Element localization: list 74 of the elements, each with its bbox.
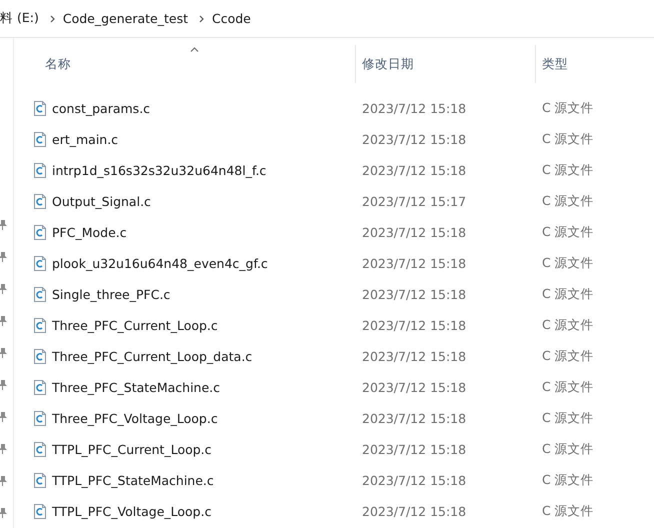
pin-icon[interactable]: [0, 476, 7, 486]
file-name[interactable]: TTPL_PFC_Voltage_Loop.c: [52, 504, 212, 519]
modified-date: 2023/7/12 15:18: [361, 349, 468, 364]
file-type: C 源文件: [541, 379, 595, 396]
column-header[interactable]: 修改日期: [362, 56, 414, 72]
pin-icon[interactable]: [0, 444, 7, 454]
file-type: C 源文件: [541, 224, 595, 241]
chevron-icon[interactable]: [50, 14, 55, 22]
pin-icon[interactable]: [0, 316, 7, 326]
file-type: C 源文件: [541, 317, 595, 334]
modified-date: 2023/7/12 15:18: [361, 318, 468, 333]
c-file-icon: [34, 225, 46, 240]
c-file-icon: [34, 132, 46, 147]
file-type: C 源文件: [541, 503, 595, 520]
c-file-icon: [34, 349, 46, 364]
file-name[interactable]: Three_PFC_StateMachine.c: [52, 380, 220, 395]
file-type: C 源文件: [541, 472, 595, 489]
c-file-icon: [34, 194, 46, 209]
file-name[interactable]: Single_three_PFC.c: [52, 287, 170, 302]
file-type: C 源文件: [541, 100, 595, 117]
c-file-icon: [34, 287, 46, 302]
breadcrumb-item[interactable]: 料 (E:): [0, 10, 39, 27]
file-name[interactable]: Output_Signal.c: [52, 194, 151, 209]
modified-date: 2023/7/12 15:18: [361, 163, 468, 178]
modified-date: 2023/7/12 15:18: [361, 101, 468, 116]
modified-date: 2023/7/12 15:18: [361, 442, 468, 457]
c-file-icon: [34, 380, 46, 395]
modified-date: 2023/7/12 15:18: [361, 504, 468, 519]
column-header[interactable]: 类型: [542, 56, 568, 72]
c-file-icon: [34, 473, 46, 488]
c-file-icon: [34, 411, 46, 426]
pin-icon[interactable]: [0, 252, 7, 262]
c-file-icon: [34, 442, 46, 457]
file-type: C 源文件: [541, 193, 595, 210]
c-file-icon: [34, 101, 46, 116]
file-type: C 源文件: [541, 410, 595, 427]
pin-icon[interactable]: [0, 284, 7, 294]
file-name[interactable]: TTPL_PFC_Current_Loop.c: [52, 442, 212, 457]
c-file-icon: [34, 318, 46, 333]
modified-date: 2023/7/12 15:17: [361, 194, 468, 209]
modified-date: 2023/7/12 15:18: [361, 287, 468, 302]
file-name[interactable]: Three_PFC_Current_Loop_data.c: [52, 349, 252, 364]
c-file-icon: [34, 256, 46, 271]
file-name[interactable]: Three_PFC_Current_Loop.c: [52, 318, 218, 333]
file-name[interactable]: plook_u32u16u64n48_even4c_gf.c: [52, 256, 268, 271]
file-name[interactable]: PFC_Mode.c: [52, 225, 127, 240]
modified-date: 2023/7/12 15:18: [361, 256, 468, 271]
breadcrumb-item[interactable]: Ccode: [212, 11, 251, 26]
modified-date: 2023/7/12 15:18: [361, 380, 468, 395]
c-file-icon: [34, 163, 46, 178]
file-type: C 源文件: [541, 441, 595, 458]
file-name[interactable]: intrp1d_s16s32s32u32u64n48l_f.c: [52, 163, 266, 178]
file-type: C 源文件: [541, 255, 595, 272]
file-type: C 源文件: [541, 348, 595, 365]
pin-icon[interactable]: [0, 220, 7, 230]
file-name[interactable]: Three_PFC_Voltage_Loop.c: [52, 411, 218, 426]
c-file-icon: [34, 504, 46, 519]
file-type: C 源文件: [541, 131, 595, 148]
file-type: C 源文件: [541, 162, 595, 179]
pin-icon[interactable]: [0, 348, 7, 358]
file-type: C 源文件: [541, 286, 595, 303]
modified-date: 2023/7/12 15:18: [361, 411, 468, 426]
file-name[interactable]: ert_main.c: [52, 132, 118, 147]
pin-icon[interactable]: [0, 508, 7, 518]
modified-date: 2023/7/12 15:18: [361, 473, 468, 488]
breadcrumb-item[interactable]: Code_generate_test: [62, 11, 188, 26]
pin-icon[interactable]: [0, 412, 7, 422]
modified-date: 2023/7/12 15:18: [361, 132, 468, 147]
file-name[interactable]: const_params.c: [52, 101, 150, 116]
pin-icon[interactable]: [0, 380, 7, 390]
file-name[interactable]: TTPL_PFC_StateMachine.c: [52, 473, 214, 488]
modified-date: 2023/7/12 15:18: [361, 225, 468, 240]
chevron-icon[interactable]: [198, 14, 204, 22]
column-header[interactable]: 名称: [45, 56, 71, 72]
